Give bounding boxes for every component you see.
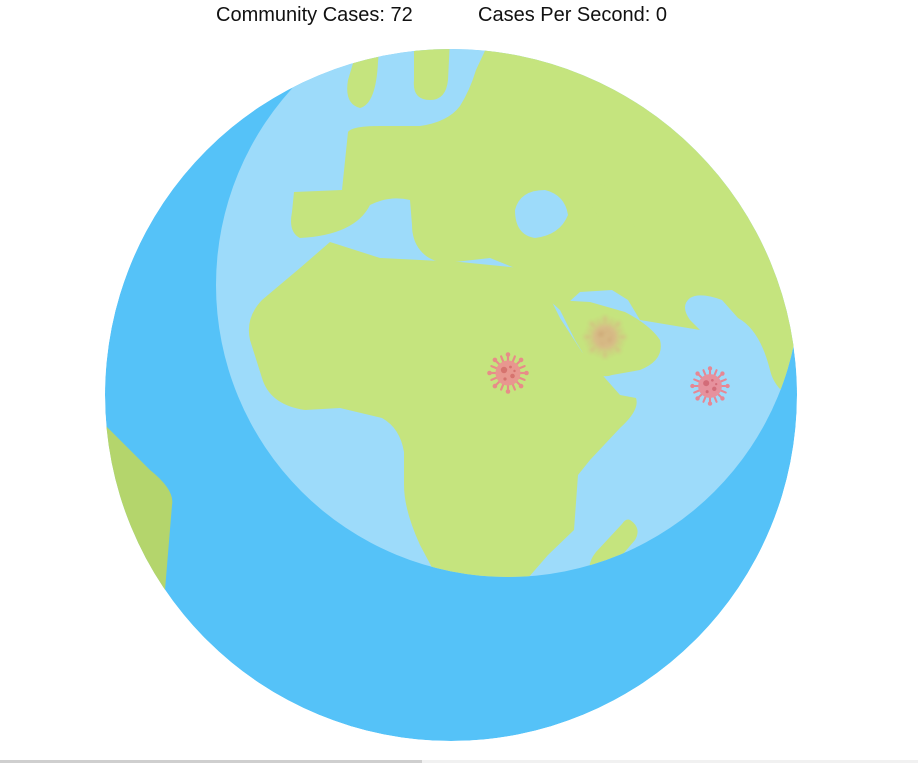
virus-icon: [583, 315, 627, 359]
globe-surface: [105, 49, 797, 741]
globe[interactable]: [0, 0, 918, 764]
virus-arabia[interactable]: [583, 315, 627, 359]
virus-icon: [486, 351, 530, 395]
game-stage: Community Cases: 72 Cases Per Second: 0: [0, 0, 918, 764]
virus-icon: [689, 365, 731, 407]
progress-track: [0, 760, 918, 763]
virus-central-africa[interactable]: [486, 351, 530, 395]
scandinavia-landmass: [413, 49, 450, 100]
progress-fill: [0, 760, 422, 763]
virus-indian-ocean[interactable]: [689, 365, 731, 407]
